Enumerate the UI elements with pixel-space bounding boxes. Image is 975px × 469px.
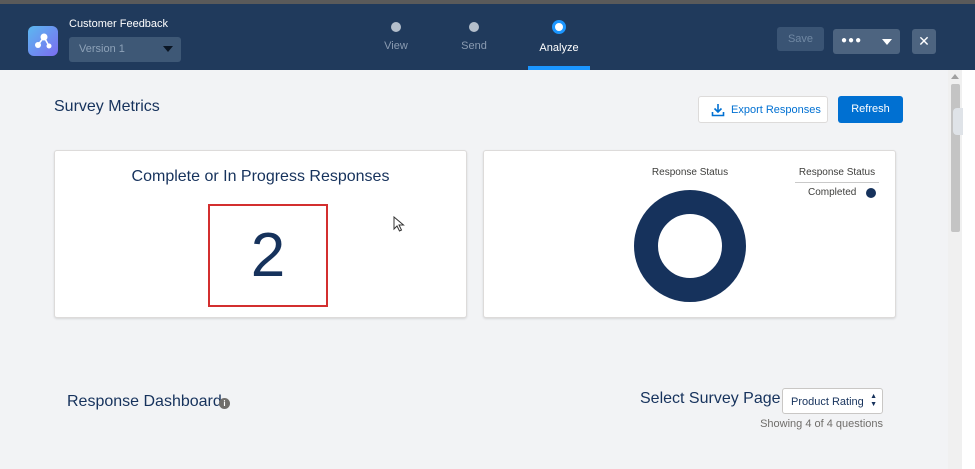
step-view[interactable]: View <box>356 18 436 52</box>
step-analyze-label: Analyze <box>539 42 579 54</box>
export-responses-label: Export Responses <box>731 104 821 116</box>
step-view-label: View <box>384 40 408 52</box>
step-send[interactable]: Send <box>434 18 514 52</box>
active-step-indicator <box>528 66 590 70</box>
step-analyze[interactable]: Analyze <box>519 18 599 54</box>
more-actions-button[interactable]: ●●● <box>833 29 900 54</box>
showing-questions-count: Showing 4 of 4 questions <box>760 418 883 430</box>
page-edge <box>962 70 975 469</box>
chart-title: Response Status <box>651 167 729 178</box>
step-dot-icon <box>469 22 479 32</box>
survey-page-select[interactable]: Product Rating ▲ ▼ <box>782 388 883 414</box>
scrollbar-thumb[interactable] <box>951 84 960 232</box>
legend-divider <box>795 182 879 183</box>
survey-metrics-title: Survey Metrics <box>54 98 160 115</box>
close-button[interactable]: ✕ <box>912 29 936 54</box>
survey-app-icon <box>28 26 58 56</box>
side-panel-tab[interactable] <box>953 108 963 135</box>
step-dot-icon <box>391 22 401 32</box>
donut-slice-completed[interactable] <box>634 190 746 302</box>
survey-header: Customer Feedback Version 1 View Send An… <box>0 4 975 70</box>
refresh-button[interactable]: Refresh <box>838 96 903 123</box>
step-dot-active-icon <box>552 20 566 34</box>
download-icon <box>711 104 725 117</box>
app-title: Customer Feedback <box>69 18 169 30</box>
scroll-up-arrow-icon[interactable] <box>951 74 959 79</box>
network-icon <box>35 33 52 49</box>
close-icon: ✕ <box>918 33 930 49</box>
highlight-box: 2 <box>208 204 328 307</box>
up-down-arrows-icon: ▲ ▼ <box>870 393 877 408</box>
caret-down-icon <box>882 39 892 45</box>
responses-metric-card: Complete or In Progress Responses 2 <box>54 150 467 318</box>
legend-title: Response Status <box>798 167 876 178</box>
legend-item-completed[interactable]: Completed <box>808 187 856 198</box>
response-dashboard-title: Response Dashboard <box>67 393 222 410</box>
metric-card-title: Complete or In Progress Responses <box>131 168 390 185</box>
export-responses-button[interactable]: Export Responses <box>698 96 828 123</box>
metric-value: 2 <box>250 221 286 290</box>
mouse-cursor-icon <box>393 216 405 232</box>
info-icon[interactable]: i <box>219 398 230 409</box>
legend-swatch-completed <box>866 188 876 198</box>
caret-down-icon <box>163 46 173 52</box>
response-status-chart-card: Response Status Response Status Complete… <box>483 150 896 318</box>
version-select-value: Version 1 <box>79 43 125 55</box>
select-survey-page-label: Select Survey Page <box>640 390 781 407</box>
donut-chart <box>634 190 746 302</box>
more-dots-icon: ●●● <box>841 35 863 46</box>
survey-page-select-value: Product Rating <box>791 396 864 408</box>
save-button[interactable]: Save <box>777 27 824 51</box>
version-select[interactable]: Version 1 <box>69 37 181 62</box>
step-send-label: Send <box>461 40 487 52</box>
